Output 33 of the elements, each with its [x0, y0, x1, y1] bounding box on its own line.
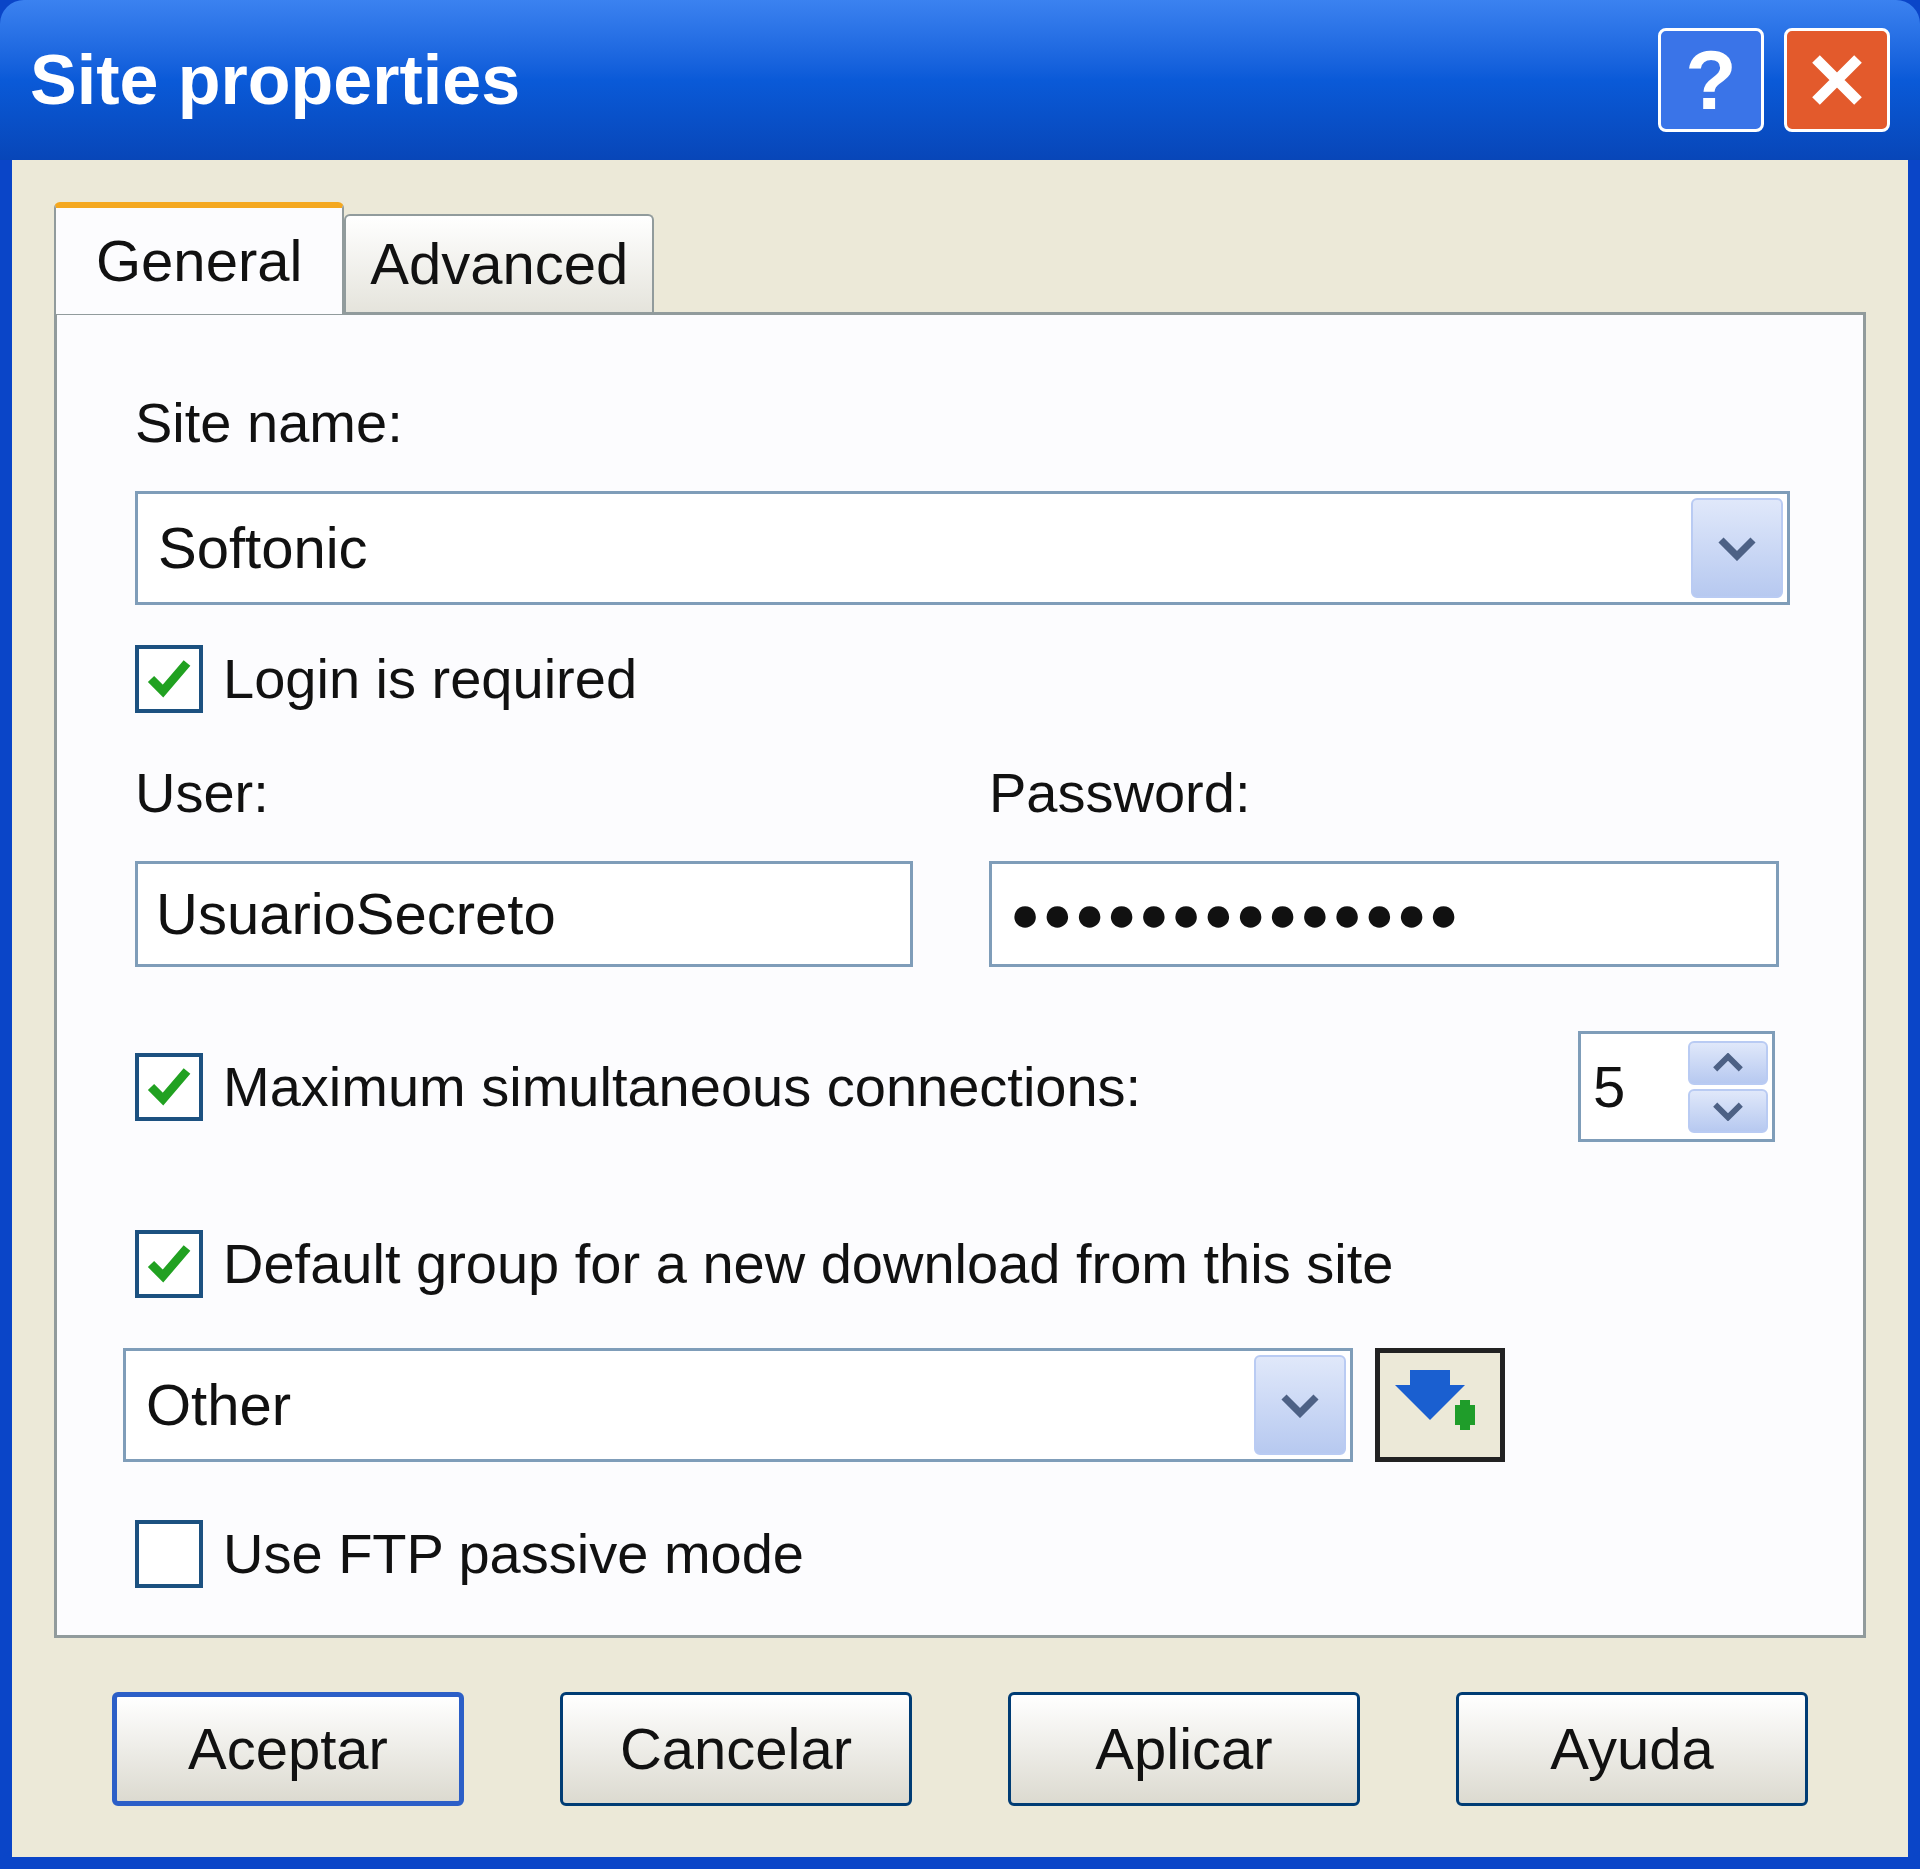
checkbox[interactable] — [135, 645, 203, 713]
checkmark-icon — [147, 659, 191, 699]
field-label: User: — [135, 765, 270, 821]
chevron-down-icon — [1717, 535, 1757, 561]
number-spinner[interactable]: 5 — [1578, 1031, 1775, 1142]
checkbox[interactable] — [135, 1230, 203, 1298]
help-button[interactable]: ? — [1658, 28, 1764, 132]
chevron-down-icon — [1712, 1100, 1744, 1121]
tab[interactable]: General — [54, 202, 345, 314]
dropdown-button[interactable] — [1254, 1355, 1346, 1455]
spin-down-button[interactable] — [1688, 1088, 1768, 1133]
password-field[interactable]: ●●●●●●●●●●●●●● — [989, 861, 1779, 967]
dropdown-field[interactable]: Other — [123, 1348, 1353, 1462]
add-group-button[interactable] — [1375, 1348, 1505, 1462]
chevron-down-icon — [1280, 1392, 1320, 1418]
user-field[interactable]: UsuarioSecreto — [135, 861, 913, 967]
checkbox[interactable] — [135, 1520, 203, 1588]
field-label: Site name: — [135, 395, 404, 451]
dialog-button[interactable]: Aplicar — [1008, 1692, 1360, 1806]
close-button[interactable] — [1784, 28, 1890, 132]
dialog-button[interactable]: Ayuda — [1456, 1692, 1808, 1806]
dropdown-field[interactable]: Softonic — [135, 491, 1790, 605]
checkbox-label: Maximum simultaneous connections: — [223, 1058, 1142, 1115]
dropdown-button[interactable] — [1691, 498, 1783, 598]
checkbox[interactable] — [135, 1052, 203, 1121]
spin-up-button[interactable] — [1688, 1040, 1768, 1085]
dialog-button[interactable]: Cancelar — [560, 1692, 912, 1806]
field-label: Password: — [989, 765, 1252, 821]
dialog-button[interactable]: Aceptar — [112, 1692, 464, 1806]
checkmark-icon — [147, 1244, 191, 1284]
tab[interactable]: Advanced — [344, 214, 655, 312]
checkmark-icon — [147, 1066, 191, 1107]
chevron-up-icon — [1712, 1052, 1744, 1073]
